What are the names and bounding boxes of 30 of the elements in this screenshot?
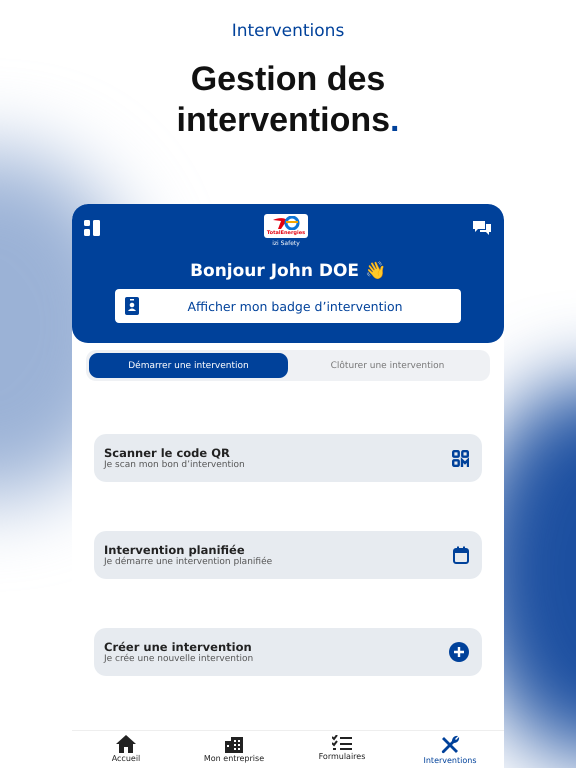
tab[interactable]: Démarrer une intervention: [89, 353, 288, 378]
greeting: Bonjour John DOE 👋: [190, 260, 386, 281]
add-icon: [449, 642, 469, 662]
action-subtitle: Je crée une nouvelle intervention: [104, 654, 254, 664]
calendar-icon: [453, 546, 469, 564]
logo-mark-icon: [271, 216, 301, 230]
action-subtitle: Je démarre une intervention planifiée: [104, 557, 272, 567]
action-card[interactable]: Scanner le code QR Je scan mon bon d’intervention: [94, 434, 482, 482]
action-title: Intervention planifiée: [104, 543, 245, 557]
nav-item[interactable]: Interventions: [396, 735, 504, 768]
home-icon: [116, 735, 136, 753]
tab[interactable]: Clôturer une intervention: [288, 353, 487, 378]
section-label: Interventions: [232, 21, 344, 41]
action-card[interactable]: Intervention planifiée Je démarre une intervention planifiée: [94, 531, 482, 579]
action-subtitle: Je scan mon bon d’intervention: [104, 460, 245, 470]
badge-icon: [125, 297, 139, 315]
dashboard-icon[interactable]: [84, 220, 100, 236]
qr-code-icon: [452, 450, 469, 466]
building-icon: [225, 735, 243, 753]
nav-item[interactable]: Mon entreprise: [180, 735, 288, 768]
badge-button[interactable]: Afficher mon badge d’intervention: [115, 289, 461, 323]
action-title: Créer une intervention: [104, 640, 253, 654]
chat-icon[interactable]: [472, 220, 492, 236]
nav-item[interactable]: Accueil: [72, 735, 180, 768]
checklist-icon: [332, 735, 352, 751]
headline: Gestion des interventions.: [176, 59, 400, 141]
action-title: Scanner le code QR: [104, 446, 231, 460]
tools-icon: [440, 735, 460, 755]
action-card[interactable]: Créer une intervention Je crée une nouvelle intervention: [94, 628, 482, 676]
nav-item[interactable]: Formulaires: [288, 735, 396, 768]
